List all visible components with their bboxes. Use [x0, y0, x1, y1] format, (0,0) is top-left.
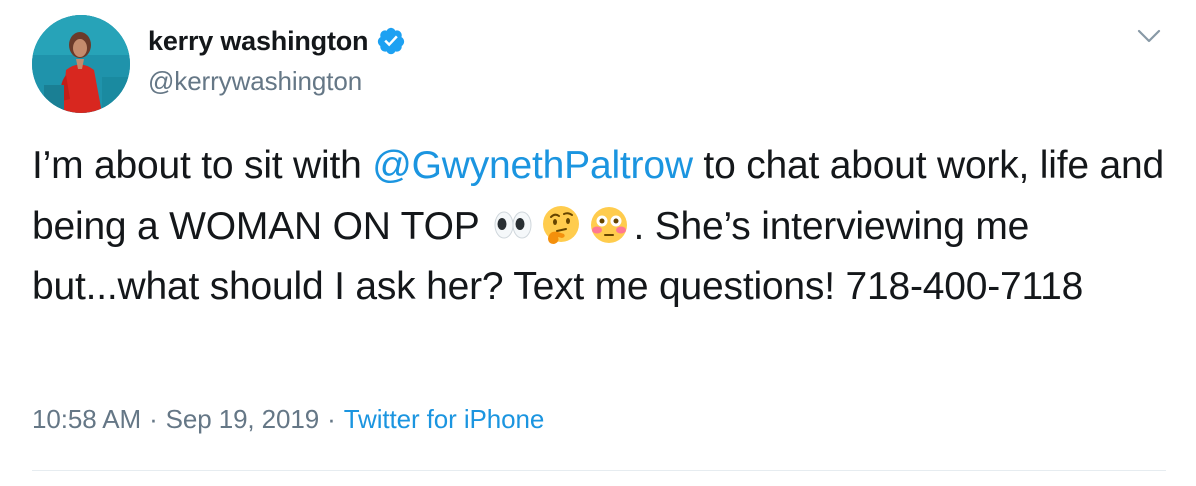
- flushed-face-emoji-icon: [588, 204, 630, 246]
- tweet-text: I’m about to sit with @GwynethPaltrow to…: [32, 136, 1172, 318]
- divider: [32, 470, 1166, 471]
- chevron-down-icon[interactable]: [1136, 26, 1162, 46]
- tweet-text-part: I’m about to sit with: [32, 144, 373, 187]
- display-name[interactable]: kerry washington: [148, 26, 369, 57]
- meta-separator: ·: [327, 404, 336, 434]
- verified-badge-icon: [376, 26, 406, 56]
- tweet-time[interactable]: 10:58 AM: [32, 404, 141, 435]
- avatar[interactable]: [32, 15, 130, 113]
- eyes-emoji-icon: [492, 204, 534, 246]
- tweet-date[interactable]: Sep 19, 2019: [166, 404, 320, 435]
- meta-separator: ·: [149, 404, 158, 434]
- handle[interactable]: @kerrywashington: [148, 66, 406, 97]
- tweet-source-link[interactable]: Twitter for iPhone: [344, 404, 545, 435]
- mention-link[interactable]: @GwynethPaltrow: [372, 144, 693, 187]
- thinking-face-emoji-icon: [540, 204, 582, 246]
- author-block[interactable]: kerry washington @kerrywashington: [148, 24, 406, 97]
- tweet-meta: 10:58 AM · Sep 19, 2019 · Twitter for iP…: [32, 404, 544, 435]
- tweet: kerry washington @kerrywashington I’m ab…: [0, 0, 1196, 486]
